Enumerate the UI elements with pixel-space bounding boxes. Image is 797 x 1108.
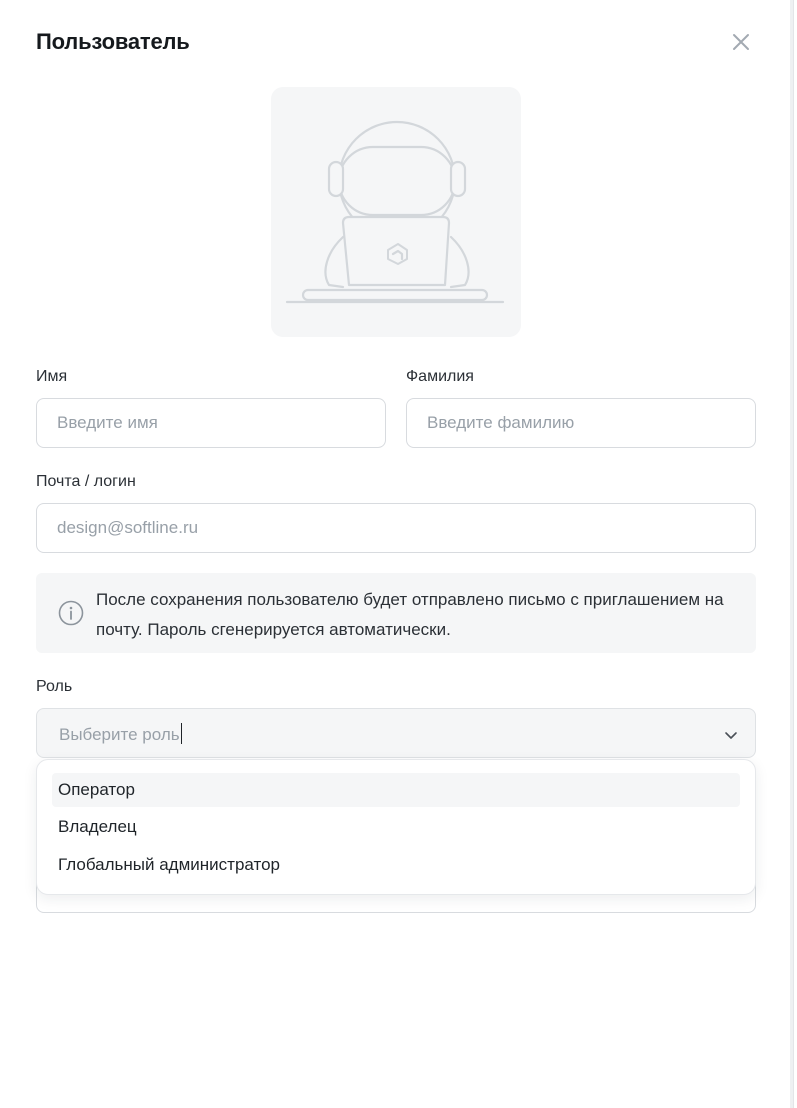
role-placeholder-text: Выберите роль [59,725,180,744]
role-dropdown-menu: Оператор Владелец Глобальный администрат… [36,759,756,895]
role-label: Роль [36,678,73,695]
text-caret [180,723,182,744]
last-name-input[interactable]: Введите фамилию [406,398,756,448]
invite-info-notice: После сохранения пользователю будет отпр… [36,573,756,653]
role-option-global-admin[interactable]: Глобальный администратор [52,848,740,882]
close-button[interactable] [728,29,754,55]
last-name-label: Фамилия [406,368,474,385]
info-text: После сохранения пользователю будет отпр… [96,590,724,639]
astronaut-laptop-illustration [285,120,505,304]
role-option-owner[interactable]: Владелец [52,810,740,844]
last-name-placeholder: Введите фамилию [427,413,575,432]
dialog-title: Пользователь [36,29,190,54]
avatar-upload[interactable] [271,87,521,337]
role-select-placeholder: Выберите роль [59,723,182,745]
role-option-label: Глобальный администратор [58,855,280,874]
role-option-label: Оператор [58,780,135,799]
panel-edge [790,0,793,1108]
first-name-placeholder: Введите имя [57,413,158,432]
user-dialog: Пользователь Имя Введите имя Фамилия Вве… [0,0,794,1108]
info-icon [58,600,84,626]
first-name-input[interactable]: Введите имя [36,398,386,448]
email-placeholder: design@softline.ru [57,518,199,537]
chevron-down-icon[interactable] [723,727,739,743]
role-option-label: Владелец [58,817,137,836]
role-select[interactable]: Выберите роль [36,708,756,758]
close-icon [733,34,749,50]
first-name-label: Имя [36,368,68,385]
role-option-operator[interactable]: Оператор [52,773,740,807]
email-label: Почта / логин [36,473,136,490]
email-input[interactable]: design@softline.ru [36,503,756,553]
